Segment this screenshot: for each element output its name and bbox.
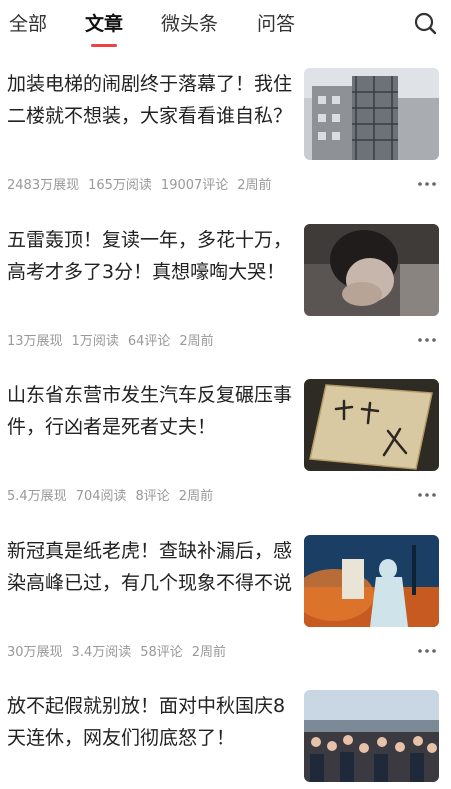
tab-qa[interactable]: 问答 <box>257 11 295 37</box>
article-thumbnail[interactable] <box>304 535 439 627</box>
tab-all[interactable]: 全部 <box>9 11 47 37</box>
more-icon[interactable] <box>416 176 438 190</box>
tab-micro-headlines[interactable]: 微头条 <box>161 11 218 37</box>
top-tab-bar: 全部 文章 微头条 问答 <box>0 0 451 50</box>
article-title[interactable]: 五雷轰顶！复读一年，多花十万，高考才多了3分！真想嚎啕大哭！ <box>7 224 292 288</box>
article-title[interactable]: 新冠真是纸老虎！查缺补漏后，感染高峰已过，有几个现象不得不说 <box>7 535 292 599</box>
publish-time: 2周前 <box>179 334 214 349</box>
article-stats: 5.4万展现 704阅读 8评论 2周前 <box>7 485 222 504</box>
impressions-count: 30万展现 <box>7 645 63 660</box>
article-thumbnail[interactable] <box>304 379 439 471</box>
search-icon[interactable] <box>413 10 439 38</box>
impressions-count: 2483万展现 <box>7 178 80 193</box>
article-title[interactable]: 放不起假就别放！面对中秋国庆8天连休，网友们彻底怒了！ <box>7 690 292 754</box>
publish-time: 2周前 <box>237 178 272 193</box>
article-thumbnail[interactable] <box>304 68 439 160</box>
more-icon[interactable] <box>416 487 438 501</box>
article-stats: 2483万展现 165万阅读 19007评论 2周前 <box>7 174 281 193</box>
article-item[interactable]: 五雷轰顶！复读一年，多花十万，高考才多了3分！真想嚎啕大哭！ 13万展现 1万阅读… <box>0 224 451 378</box>
publish-time: 2周前 <box>191 645 227 660</box>
article-title[interactable]: 山东省东营市发生汽车反复碾压事件，行凶者是死者丈夫！ <box>7 379 292 443</box>
active-tab-indicator <box>91 44 117 47</box>
comments-count: 19007评论 <box>160 178 229 193</box>
tab-articles[interactable]: 文章 <box>85 11 123 37</box>
article-stats: 30万展现 3.4万阅读 58评论 2周前 <box>7 641 235 660</box>
article-thumbnail[interactable] <box>304 224 439 316</box>
article-item[interactable]: 加装电梯的闹剧终于落幕了！我住二楼就不想装，大家看看谁自私？ 2483万展现 16… <box>0 68 451 222</box>
comments-count: 8评论 <box>135 489 170 504</box>
reads-count: 1万阅读 <box>71 334 119 349</box>
comments-count: 64评论 <box>127 334 171 349</box>
article-item[interactable]: 山东省东营市发生汽车反复碾压事件，行凶者是死者丈夫！ 5.4万展现 704阅读 8评… <box>0 379 451 533</box>
reads-count: 3.4万阅读 <box>71 645 132 660</box>
reads-count: 704阅读 <box>75 489 127 504</box>
more-icon[interactable] <box>416 332 438 346</box>
article-item[interactable]: 新冠真是纸老虎！查缺补漏后，感染高峰已过，有几个现象不得不说 30万展现 3.4万… <box>0 535 451 689</box>
article-item[interactable]: 放不起假就别放！面对中秋国庆8天连休，网友们彻底怒了！ <box>0 690 451 789</box>
reads-count: 165万阅读 <box>88 178 152 193</box>
impressions-count: 13万展现 <box>7 334 63 349</box>
article-stats: 13万展现 1万阅读 64评论 2周前 <box>7 330 223 349</box>
article-title[interactable]: 加装电梯的闹剧终于落幕了！我住二楼就不想装，大家看看谁自私？ <box>7 68 292 132</box>
article-thumbnail[interactable] <box>304 690 439 782</box>
more-icon[interactable] <box>416 643 438 657</box>
impressions-count: 5.4万展现 <box>7 489 67 504</box>
comments-count: 58评论 <box>140 645 183 660</box>
publish-time: 2周前 <box>178 489 214 504</box>
